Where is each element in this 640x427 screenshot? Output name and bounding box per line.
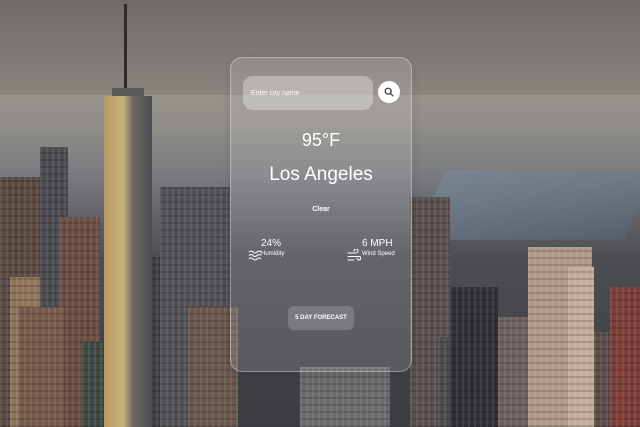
search-icon xyxy=(384,87,394,97)
building xyxy=(450,287,498,427)
humidity-value: 24% xyxy=(261,238,282,249)
humidity-icon xyxy=(248,250,262,261)
five-day-forecast-button[interactable]: 5 DAY FORECAST xyxy=(288,306,354,330)
search-button[interactable] xyxy=(378,81,400,103)
weather-condition: Clear xyxy=(312,206,330,213)
city-name: Los Angeles xyxy=(269,164,373,185)
humidity-label: Humidity xyxy=(261,251,285,257)
city-search-input[interactable] xyxy=(243,76,373,110)
tower xyxy=(104,96,152,427)
humidity-stat: 24% Humidity xyxy=(261,238,284,257)
wind-value: 6 MPH xyxy=(362,238,393,249)
building xyxy=(300,367,390,427)
wind-label: Wind Speed xyxy=(362,251,395,257)
building xyxy=(498,317,528,427)
wind-stat: 6 MPH Wind Speed xyxy=(362,238,395,257)
wind-icon xyxy=(347,249,361,261)
building xyxy=(610,287,640,427)
building xyxy=(568,267,594,427)
tower-antenna xyxy=(124,4,127,90)
temperature: 95°F xyxy=(301,130,341,150)
weather-card: 95°F Los Angeles Clear 24% Humidity 6 MP… xyxy=(230,57,412,372)
building xyxy=(18,307,64,427)
